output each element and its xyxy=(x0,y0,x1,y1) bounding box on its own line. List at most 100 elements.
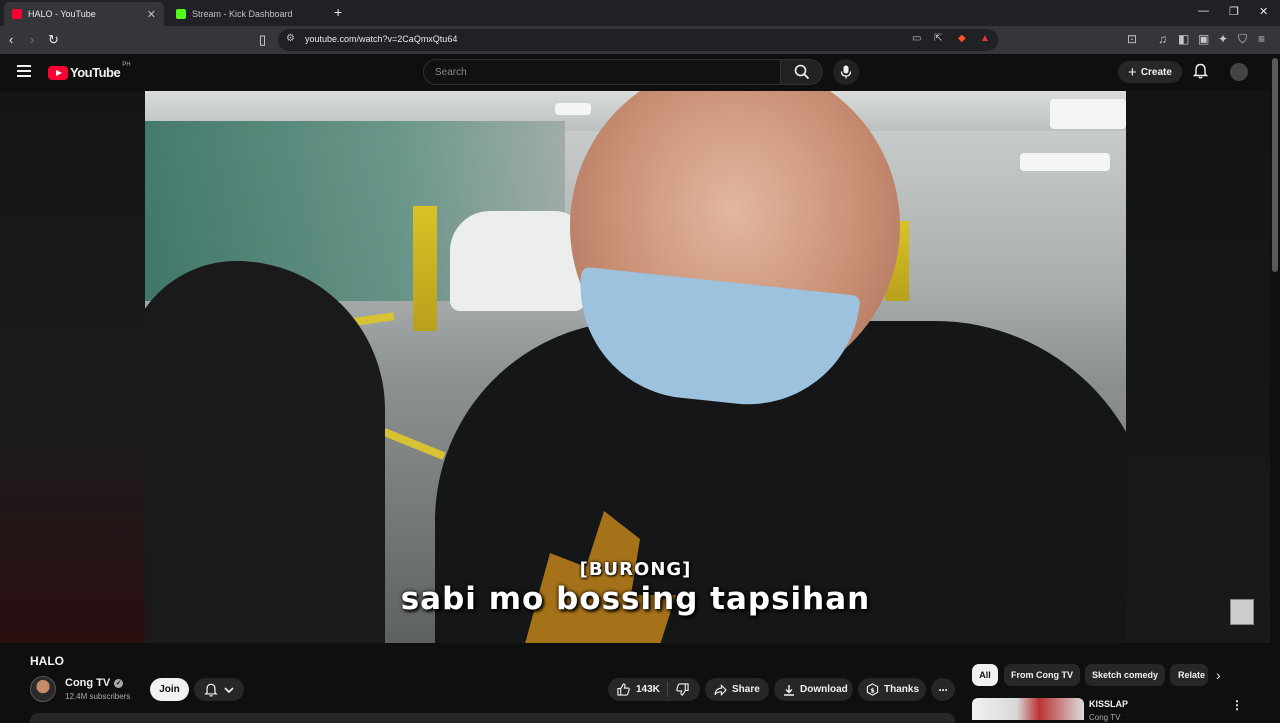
brave-shield-icon[interactable]: ◆ xyxy=(958,33,966,44)
bookmark-icon[interactable]: ▯ xyxy=(259,32,266,48)
super-thanks-icon: $ xyxy=(866,683,879,696)
hamburger-menu-icon[interactable] xyxy=(17,65,31,77)
search-icon xyxy=(794,64,809,80)
download-icon xyxy=(784,684,794,696)
tab-title: Stream - Kick Dashboard xyxy=(192,9,293,19)
chip-all[interactable]: All xyxy=(972,664,998,686)
recommendation-channel: Cong TV xyxy=(1089,713,1121,722)
more-actions-icon[interactable]: ··· xyxy=(931,678,955,701)
sidebar-icon[interactable]: ◧ xyxy=(1178,32,1189,46)
verified-icon: ✓ xyxy=(114,678,124,688)
notification-settings-button[interactable] xyxy=(194,678,244,701)
share-label: Share xyxy=(732,684,760,695)
channel-watermark[interactable] xyxy=(1230,599,1254,625)
wallet-icon[interactable]: ▣ xyxy=(1198,32,1209,46)
dislike-button[interactable] xyxy=(668,683,689,696)
thanks-button[interactable]: $ Thanks xyxy=(858,678,926,701)
kick-favicon-icon xyxy=(176,9,186,19)
youtube-header: YouTube PH Search + Create xyxy=(0,54,1270,91)
restore-icon[interactable]: ❐ xyxy=(1229,5,1239,18)
share-button[interactable]: Share xyxy=(705,678,769,701)
music-icon[interactable]: ♫ xyxy=(1158,32,1167,46)
channel-name[interactable]: Cong TV ✓ xyxy=(65,677,124,689)
channel-avatar[interactable] xyxy=(30,676,56,702)
create-button[interactable]: + Create xyxy=(1118,61,1182,83)
url-text: youtube.com/watch?v=2CaQmxQtu64 xyxy=(305,34,458,44)
chip-sketch-comedy[interactable]: Sketch comedy xyxy=(1085,664,1165,686)
svg-text:$: $ xyxy=(870,686,875,694)
chevron-down-icon xyxy=(224,686,234,693)
scene-light xyxy=(1020,153,1110,171)
download-label: Download xyxy=(800,684,848,695)
bell-icon xyxy=(1192,63,1209,79)
microphone-icon xyxy=(840,65,852,79)
video-frame[interactable]: [BURONG] sabi mo bossing tapsihan xyxy=(145,91,1126,643)
like-button[interactable]: 143K xyxy=(608,682,668,697)
scene-car xyxy=(450,211,585,311)
recommendation-title[interactable]: KISSLAP xyxy=(1089,699,1128,709)
plus-icon: + xyxy=(1128,63,1137,81)
recommendation-thumbnail[interactable] xyxy=(972,698,1084,720)
cast-icon[interactable]: ▭ xyxy=(912,33,921,44)
minimize-icon[interactable]: — xyxy=(1198,5,1209,17)
address-bar-row: ‹ › ↻ ▯ ⚙ youtube.com/watch?v=2CaQmxQtu6… xyxy=(0,26,1280,54)
close-window-icon[interactable]: ✕ xyxy=(1259,5,1268,18)
share-arrow-icon xyxy=(714,683,727,696)
browser-tab-bar: HALO - YouTube ✕ Stream - Kick Dashboard… xyxy=(0,0,1280,26)
thumbs-up-icon xyxy=(617,683,630,696)
scroll-thumb[interactable] xyxy=(1272,58,1278,272)
page-scrollbar[interactable] xyxy=(1270,54,1280,720)
scene-light xyxy=(1050,99,1126,129)
video-title: HALO xyxy=(30,654,64,668)
subscriber-count: 12.4M subscribers xyxy=(65,692,131,701)
browser-menu-icon[interactable]: ≡ xyxy=(1258,32,1265,46)
account-avatar[interactable] xyxy=(1230,63,1248,81)
like-dislike-group: 143K xyxy=(608,678,700,701)
youtube-favicon-icon xyxy=(12,9,22,19)
bell-ring-icon xyxy=(204,683,218,697)
video-player[interactable]: [BURONG] sabi mo bossing tapsihan xyxy=(0,91,1270,643)
tab-youtube[interactable]: HALO - YouTube ✕ xyxy=(4,2,164,26)
url-field[interactable]: ⚙ youtube.com/watch?v=2CaQmxQtu64 ▭ ⇱ ◆ … xyxy=(278,29,998,51)
site-info-icon[interactable]: ⚙ xyxy=(286,33,295,44)
new-tab-icon[interactable]: + xyxy=(334,4,342,20)
logo-text: YouTube xyxy=(70,65,121,80)
tab-title: HALO - YouTube xyxy=(28,9,96,19)
reload-icon[interactable]: ↻ xyxy=(48,32,59,48)
thanks-label: Thanks xyxy=(884,684,920,695)
captions: [BURONG] sabi mo bossing tapsihan xyxy=(145,559,1126,617)
ambient-glow-left xyxy=(0,91,145,643)
chevron-right-icon[interactable]: › xyxy=(1216,667,1221,683)
share-page-icon[interactable]: ⇱ xyxy=(934,33,942,44)
join-button[interactable]: Join xyxy=(150,678,189,701)
caption-speaker: [BURONG] xyxy=(579,559,692,580)
description-box[interactable] xyxy=(30,713,955,723)
chip-from-channel[interactable]: From Cong TV xyxy=(1004,664,1080,686)
caption-line: sabi mo bossing tapsihan xyxy=(400,581,871,617)
recommendation-more-icon[interactable]: ⋮ xyxy=(1231,698,1243,712)
notifications-button[interactable] xyxy=(1192,63,1209,84)
like-count: 143K xyxy=(636,684,660,695)
scene-light xyxy=(555,103,591,115)
chip-related[interactable]: Relate xyxy=(1170,664,1208,686)
country-code: PH xyxy=(122,61,131,68)
create-label: Create xyxy=(1140,66,1172,78)
ambient-glow-right xyxy=(1126,91,1270,643)
youtube-logo[interactable]: YouTube PH xyxy=(48,61,131,80)
leo-ai-icon[interactable]: ✦ xyxy=(1218,32,1228,46)
search-placeholder: Search xyxy=(435,67,467,78)
rewards-icon[interactable]: ▲ xyxy=(980,33,990,44)
search-input[interactable]: Search xyxy=(423,59,781,85)
back-icon[interactable]: ‹ xyxy=(9,32,13,47)
voice-search-button[interactable] xyxy=(833,59,859,85)
search-button[interactable] xyxy=(781,59,823,85)
screenshot-icon[interactable]: ⊡ xyxy=(1127,32,1137,46)
tab-close-icon[interactable]: ✕ xyxy=(147,8,156,21)
youtube-play-icon xyxy=(48,65,68,80)
forward-icon[interactable]: › xyxy=(30,32,34,47)
thumbs-down-icon xyxy=(676,683,689,696)
channel-name-text: Cong TV xyxy=(65,677,111,689)
vpn-icon[interactable]: ⛉ xyxy=(1238,32,1247,47)
download-button[interactable]: Download xyxy=(774,678,853,701)
tab-kick-dashboard[interactable]: Stream - Kick Dashboard xyxy=(168,2,328,26)
